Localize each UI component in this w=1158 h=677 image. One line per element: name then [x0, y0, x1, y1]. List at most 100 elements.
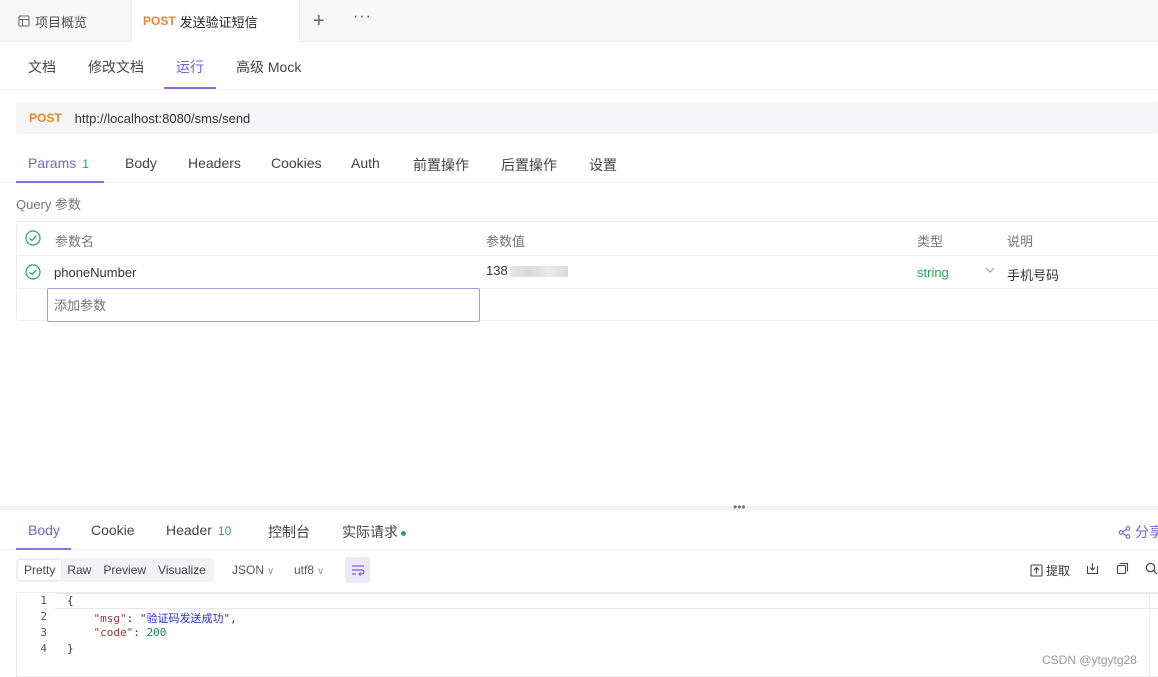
param-description-field[interactable]: 手机号码: [1007, 265, 1059, 284]
line-number-gutter: 1 2 3 4: [17, 593, 55, 677]
tab-method-badge: POST: [143, 14, 176, 28]
column-header-name: 参数名: [55, 234, 95, 249]
column-header-description: 说明: [1007, 234, 1034, 249]
tab-params-label: Params: [28, 155, 77, 171]
encoding-chevron-down-icon: ∨: [317, 566, 325, 577]
json-value-msg: "验证码发送成功": [139, 612, 231, 625]
redacted-value-blur: [509, 266, 568, 278]
param-name-field[interactable]: phoneNumber: [54, 265, 136, 280]
view-mode-switch: Pretty Raw Preview Visualize: [16, 558, 214, 582]
tab-pre-operations[interactable]: 前置操作: [413, 155, 469, 175]
subtab-docs[interactable]: 文档: [28, 57, 56, 77]
json-open-brace: {: [67, 594, 74, 607]
subtab-advanced-mock[interactable]: 高级 Mock: [236, 57, 301, 77]
word-wrap-icon: [351, 565, 365, 576]
download-icon[interactable]: [1086, 562, 1099, 575]
response-header-count: 10: [217, 524, 232, 538]
response-body-editor[interactable]: 1 2 3 4 { "msg": "验证码发送成功", "code": 200 …: [16, 592, 1158, 677]
code-line: "code": 200: [93, 626, 167, 639]
response-tab-console[interactable]: 控制台: [268, 522, 310, 542]
param-type-select[interactable]: string: [917, 265, 949, 280]
response-tab-actual-request[interactable]: 实际请求: [342, 522, 406, 542]
code-line: {: [67, 594, 74, 607]
response-tab-header-label: Header: [166, 522, 212, 538]
tab-params[interactable]: Params 1: [28, 155, 89, 171]
table-header-row: 参数名 参数值 类型 说明: [17, 222, 1158, 255]
view-preview[interactable]: Preview: [97, 560, 152, 580]
copy-icon[interactable]: [1116, 562, 1129, 575]
tab-project-overview[interactable]: 项目概览: [18, 0, 87, 42]
json-key-code: "code": [93, 626, 134, 639]
query-params-heading: Query 参数: [16, 197, 82, 212]
json-key-msg: "msg": [93, 612, 127, 625]
line-number: 2: [40, 610, 47, 623]
param-value-text: 138: [486, 263, 508, 278]
overview-icon: [18, 15, 30, 27]
code-line: }: [67, 642, 74, 655]
subtab-active-indicator: [164, 87, 216, 89]
table-row: phoneNumber 138 string 手机号码: [17, 255, 1158, 288]
response-tabs: Body Cookie Header 10 控制台 实际请求 分享: [0, 510, 1158, 550]
new-tab-plus-icon[interactable]: +: [313, 11, 325, 31]
extract-icon: [1030, 564, 1043, 577]
top-tab-bar: 项目概览 POST 发送验证短信 + ···: [0, 0, 1158, 42]
request-url-bar[interactable]: POST http://localhost:8080/sms/send: [16, 102, 1158, 134]
json-close-brace: }: [67, 642, 74, 655]
view-visualize[interactable]: Visualize: [152, 560, 212, 580]
tab-send-sms[interactable]: POST 发送验证短信: [131, 0, 300, 42]
format-chevron-down-icon: ∨: [267, 566, 275, 577]
extract-button[interactable]: 提取: [1030, 562, 1070, 579]
more-tabs-icon[interactable]: ···: [353, 8, 372, 26]
response-tab-body[interactable]: Body: [28, 522, 60, 538]
share-label: 分享: [1135, 524, 1158, 540]
line-number: 1: [40, 594, 47, 607]
tab-post-operations[interactable]: 后置操作: [501, 155, 557, 175]
response-tab-active-indicator: [16, 548, 71, 550]
response-toolbar: Pretty Raw Preview Visualize JSON ∨ utf8 ∨…: [16, 557, 1158, 584]
tab-body[interactable]: Body: [125, 155, 157, 171]
add-param-input[interactable]: [47, 288, 480, 322]
view-pretty[interactable]: Pretty: [18, 560, 62, 580]
format-select[interactable]: JSON ∨: [232, 563, 274, 577]
column-header-type: 类型: [917, 234, 944, 249]
share-button[interactable]: 分享: [1118, 522, 1158, 542]
request-method[interactable]: POST: [29, 111, 62, 125]
search-icon[interactable]: [1145, 562, 1158, 575]
json-value-code: 200: [146, 626, 167, 639]
line-number: 4: [40, 642, 47, 655]
tab-auth[interactable]: Auth: [351, 155, 380, 171]
request-url[interactable]: http://localhost:8080/sms/send: [75, 111, 251, 126]
request-param-tabs: Params 1 Body Headers Cookies Auth 前置操作 后…: [0, 143, 1158, 183]
response-tab-actual-request-label: 实际请求: [342, 524, 398, 540]
word-wrap-button[interactable]: [345, 557, 370, 583]
tab-headers[interactable]: Headers: [188, 155, 241, 171]
editor-scrollbar[interactable]: [1149, 593, 1158, 677]
query-params-table: 参数名 参数值 类型 说明 phoneNumber 138 string 手机号…: [16, 221, 1158, 322]
type-chevron-down-icon[interactable]: [985, 266, 995, 274]
param-value-field[interactable]: 138: [486, 263, 568, 278]
param-tab-active-indicator: [16, 181, 104, 183]
view-raw[interactable]: Raw: [61, 560, 97, 580]
column-header-value: 参数值: [486, 234, 526, 249]
code-line: "msg": "验证码发送成功",: [93, 612, 237, 625]
response-tab-cookie[interactable]: Cookie: [91, 522, 135, 538]
line-number: 3: [40, 626, 47, 639]
tab-send-sms-label: 发送验证短信: [179, 14, 258, 30]
select-all-check-icon[interactable]: [25, 230, 41, 246]
encoding-select[interactable]: utf8 ∨: [294, 563, 324, 577]
tab-settings[interactable]: 设置: [589, 155, 617, 175]
share-icon: [1118, 525, 1131, 539]
api-sub-tabs: 文档 修改文档 运行 高级 Mock: [0, 43, 1158, 90]
tab-project-overview-label: 项目概览: [35, 14, 88, 30]
csdn-watermark: CSDN @ytgytg28: [1042, 653, 1137, 667]
tab-cookies[interactable]: Cookies: [271, 155, 322, 171]
subtab-edit-docs[interactable]: 修改文档: [88, 57, 144, 77]
response-tab-header[interactable]: Header 10: [166, 522, 231, 538]
subtab-run[interactable]: 运行: [176, 57, 204, 77]
encoding-select-value: utf8: [294, 563, 315, 577]
extract-label: 提取: [1046, 564, 1071, 578]
tab-params-count: 1: [82, 157, 89, 171]
row-enabled-check-icon[interactable]: [25, 264, 41, 280]
format-select-value: JSON: [232, 563, 265, 577]
status-dot-icon: [401, 530, 406, 536]
